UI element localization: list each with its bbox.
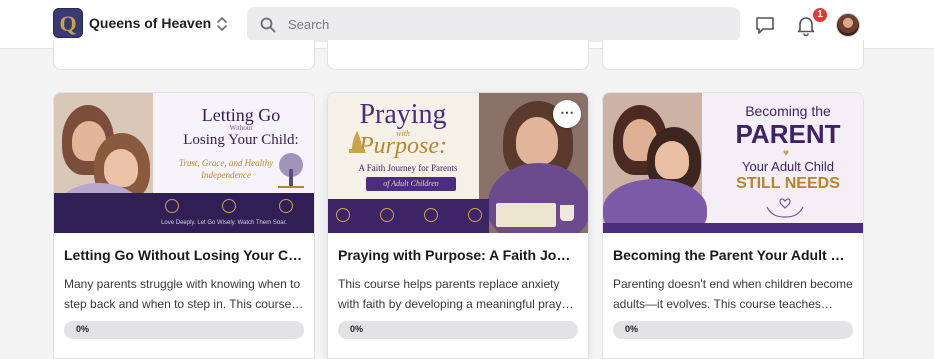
book-icon: [496, 203, 556, 227]
chevron-up-down-icon[interactable]: [215, 15, 229, 33]
praying-hands-icon: [349, 131, 365, 153]
course-card[interactable]: Becoming the PARENT ♥ Your Adult Child S…: [602, 92, 864, 359]
course-card[interactable]: Letting Go Without Losing Your Child: Tr…: [53, 92, 315, 359]
course-title[interactable]: Becoming the Parent Your Adult Child Sti…: [613, 247, 853, 263]
user-avatar[interactable]: [836, 13, 860, 37]
notification-badge: 1: [811, 6, 829, 24]
more-options-button[interactable]: ⋯: [553, 100, 581, 128]
search-input[interactable]: [288, 17, 718, 32]
community-logo: Q: [53, 8, 83, 38]
course-progress-bar: 0%: [338, 321, 578, 339]
progress-label: 0%: [350, 324, 364, 334]
course-description: Many parents struggle with knowing when …: [64, 277, 301, 311]
course-title[interactable]: Praying with Purpose: A Faith Journey fo…: [338, 247, 578, 263]
search-bar[interactable]: [247, 7, 740, 42]
course-progress-bar: 0%: [613, 321, 853, 339]
course-description: Parenting doesn't end when children beco…: [613, 277, 853, 311]
course-progress-bar: 0%: [64, 321, 304, 339]
course-thumbnail: Becoming the PARENT ♥ Your Adult Child S…: [603, 93, 863, 233]
progress-label: 0%: [625, 324, 639, 334]
progress-label: 0%: [76, 324, 90, 334]
course-title[interactable]: Letting Go Without Losing Your Child: [64, 247, 304, 263]
search-icon: [260, 17, 276, 32]
course-card-previous-row[interactable]: [53, 40, 315, 70]
course-thumbnail: Praying with Purpose: A Faith Journey fo…: [328, 93, 588, 233]
community-name: Queens of Heaven: [89, 15, 212, 31]
course-card[interactable]: Praying with Purpose: A Faith Journey fo…: [327, 92, 589, 359]
course-card-previous-row[interactable]: [602, 40, 864, 70]
community-switcher[interactable]: Q Queens of Heaven: [53, 8, 211, 38]
heart-icon: ♥: [783, 148, 789, 159]
course-description: This course helps parents replace anxiet…: [338, 277, 573, 311]
course-thumbnail: Letting Go Without Losing Your Child: Tr…: [54, 93, 314, 233]
course-card-previous-row[interactable]: [327, 40, 589, 70]
chat-icon[interactable]: [753, 13, 777, 37]
tree-icon: [278, 153, 304, 188]
hands-heart-icon: [766, 198, 804, 218]
cup-icon: [560, 205, 574, 221]
